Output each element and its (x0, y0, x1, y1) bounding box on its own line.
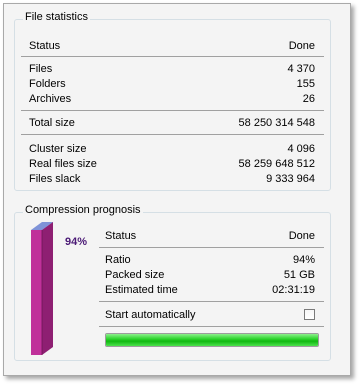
cluster-size-label: Cluster size (29, 143, 87, 155)
cluster-size-value: 4 096 (287, 143, 315, 155)
progress-fill (106, 334, 318, 346)
compression-prognosis-title: Compression prognosis (23, 204, 143, 216)
real-files-size-label: Real files size (29, 158, 97, 170)
files-value: 4 370 (287, 63, 315, 75)
divider (21, 110, 324, 111)
prognosis-status-value: Done (288, 230, 315, 242)
start-automatically-row[interactable]: Start automatically (105, 308, 315, 322)
files-slack-label: Files slack (29, 173, 81, 185)
bar-front-face (31, 230, 42, 355)
packed-size-row: Packed size 51 GB (105, 268, 315, 282)
divider (21, 134, 324, 135)
total-size-value: 58 250 314 548 (238, 117, 315, 129)
files-label: Files (29, 63, 53, 75)
packed-size-label: Packed size (105, 269, 165, 281)
estimated-time-value: 02:31:19 (272, 284, 315, 296)
archives-row: Archives 26 (29, 92, 315, 106)
ratio-row: Ratio 94% (105, 253, 315, 267)
bar-side-face (42, 222, 53, 355)
ratio-label: Ratio (105, 254, 131, 266)
real-files-size-row: Real files size 58 259 648 512 (29, 157, 315, 171)
divider (21, 56, 324, 57)
start-automatically-label[interactable]: Start automatically (105, 308, 195, 322)
archives-label: Archives (29, 93, 72, 105)
total-size-label: Total size (29, 117, 75, 129)
estimated-time-label: Estimated time (105, 284, 178, 296)
packed-size-value: 51 GB (283, 269, 315, 281)
files-row: Files 4 370 (29, 62, 315, 76)
files-slack-row: Files slack 9 333 964 (29, 172, 315, 186)
folders-label: Folders (29, 78, 66, 90)
status-row: Status Done (29, 39, 315, 53)
status-value: Done (288, 40, 315, 52)
prognosis-status-label: Status (105, 230, 137, 242)
folders-value: 155 (296, 78, 315, 90)
archives-value: 26 (302, 93, 315, 105)
prognosis-status-row: Status Done (105, 229, 315, 243)
status-label: Status (29, 40, 61, 52)
file-statistics-group: File statistics Status Done Files 4 370 … (14, 11, 331, 191)
divider (99, 326, 324, 327)
total-size-row: Total size 58 250 314 548 (29, 116, 315, 130)
real-files-size-value: 58 259 648 512 (238, 158, 315, 170)
compression-prognosis-group: Compression prognosis 94% Status Done Ra… (14, 204, 331, 361)
compression-percent-label: 94% (65, 236, 88, 248)
statistics-panel: File statistics Status Done Files 4 370 … (3, 3, 351, 376)
divider (99, 301, 324, 302)
divider (99, 247, 324, 248)
files-slack-value: 9 333 964 (266, 173, 315, 185)
start-automatically-checkbox[interactable] (304, 309, 315, 320)
folders-row: Folders 155 (29, 77, 315, 91)
cluster-size-row: Cluster size 4 096 (29, 142, 315, 156)
estimated-time-row: Estimated time 02:31:19 (105, 283, 315, 297)
ratio-value: 94% (292, 254, 315, 266)
file-statistics-title: File statistics (23, 11, 90, 23)
compression-progress-bar (105, 333, 319, 347)
